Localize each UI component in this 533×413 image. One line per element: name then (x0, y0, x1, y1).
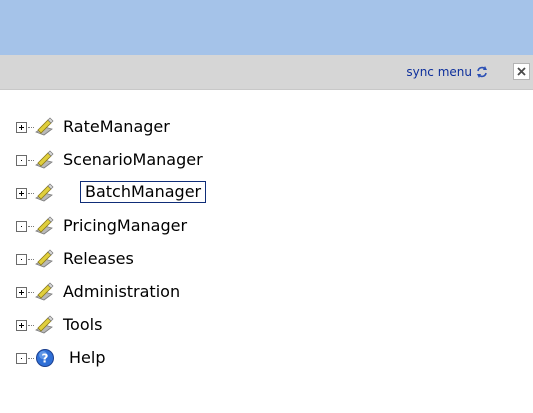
expand-plus-icon[interactable] (16, 122, 27, 133)
pencil-folder-icon (35, 249, 54, 268)
tree-item-label: Help (69, 348, 106, 367)
close-x-icon (517, 67, 526, 76)
leaf-dot-icon (16, 221, 27, 232)
expand-plus-icon[interactable] (16, 287, 27, 298)
tree-item-tools[interactable]: Tools (0, 312, 533, 345)
tree-item-label: Administration (63, 282, 181, 301)
tree-item-label: ScenarioManager (63, 150, 203, 169)
sync-menu-label: sync menu (406, 65, 472, 79)
tree-item-label: RateManager (63, 117, 170, 136)
tree-item-ratemanager[interactable]: RateManager (0, 114, 533, 147)
pencil-folder-icon (35, 216, 54, 235)
pencil-folder-icon (35, 183, 54, 202)
tree-item-label-selected: BatchManager (80, 181, 207, 203)
navigation-tree: RateManager ScenarioManager BatchManager (0, 114, 533, 378)
header-band (0, 0, 533, 55)
expand-plus-icon[interactable] (16, 320, 27, 331)
close-button[interactable] (513, 63, 530, 80)
svg-text:?: ? (42, 352, 49, 366)
tree-item-pricingmanager[interactable]: PricingManager (0, 213, 533, 246)
leaf-dot-icon (16, 353, 27, 364)
navigation-panel: sync menu RateManager ScenarioManager Ba… (0, 0, 533, 413)
tree-item-releases[interactable]: Releases (0, 246, 533, 279)
tree-item-label: Releases (63, 249, 134, 268)
sync-menu-link[interactable]: sync menu (406, 65, 489, 79)
pencil-folder-icon (35, 117, 54, 136)
pencil-folder-icon (35, 315, 54, 334)
pencil-folder-icon (35, 150, 54, 169)
expand-plus-icon[interactable] (16, 188, 27, 199)
leaf-dot-icon (16, 254, 27, 265)
tree-item-label: Tools (63, 315, 103, 334)
tree-item-help[interactable]: ? Help (0, 345, 533, 378)
help-question-icon: ? (36, 349, 54, 367)
leaf-dot-icon (16, 155, 27, 166)
sync-arrows-icon (477, 66, 487, 78)
sync-toolbar: sync menu (0, 55, 533, 90)
tree-item-batchmanager[interactable]: BatchManager (0, 180, 533, 213)
tree-item-scenariomanager[interactable]: ScenarioManager (0, 147, 533, 180)
pencil-folder-icon (35, 282, 54, 301)
tree-item-administration[interactable]: Administration (0, 279, 533, 312)
tree-item-label: PricingManager (63, 216, 188, 235)
